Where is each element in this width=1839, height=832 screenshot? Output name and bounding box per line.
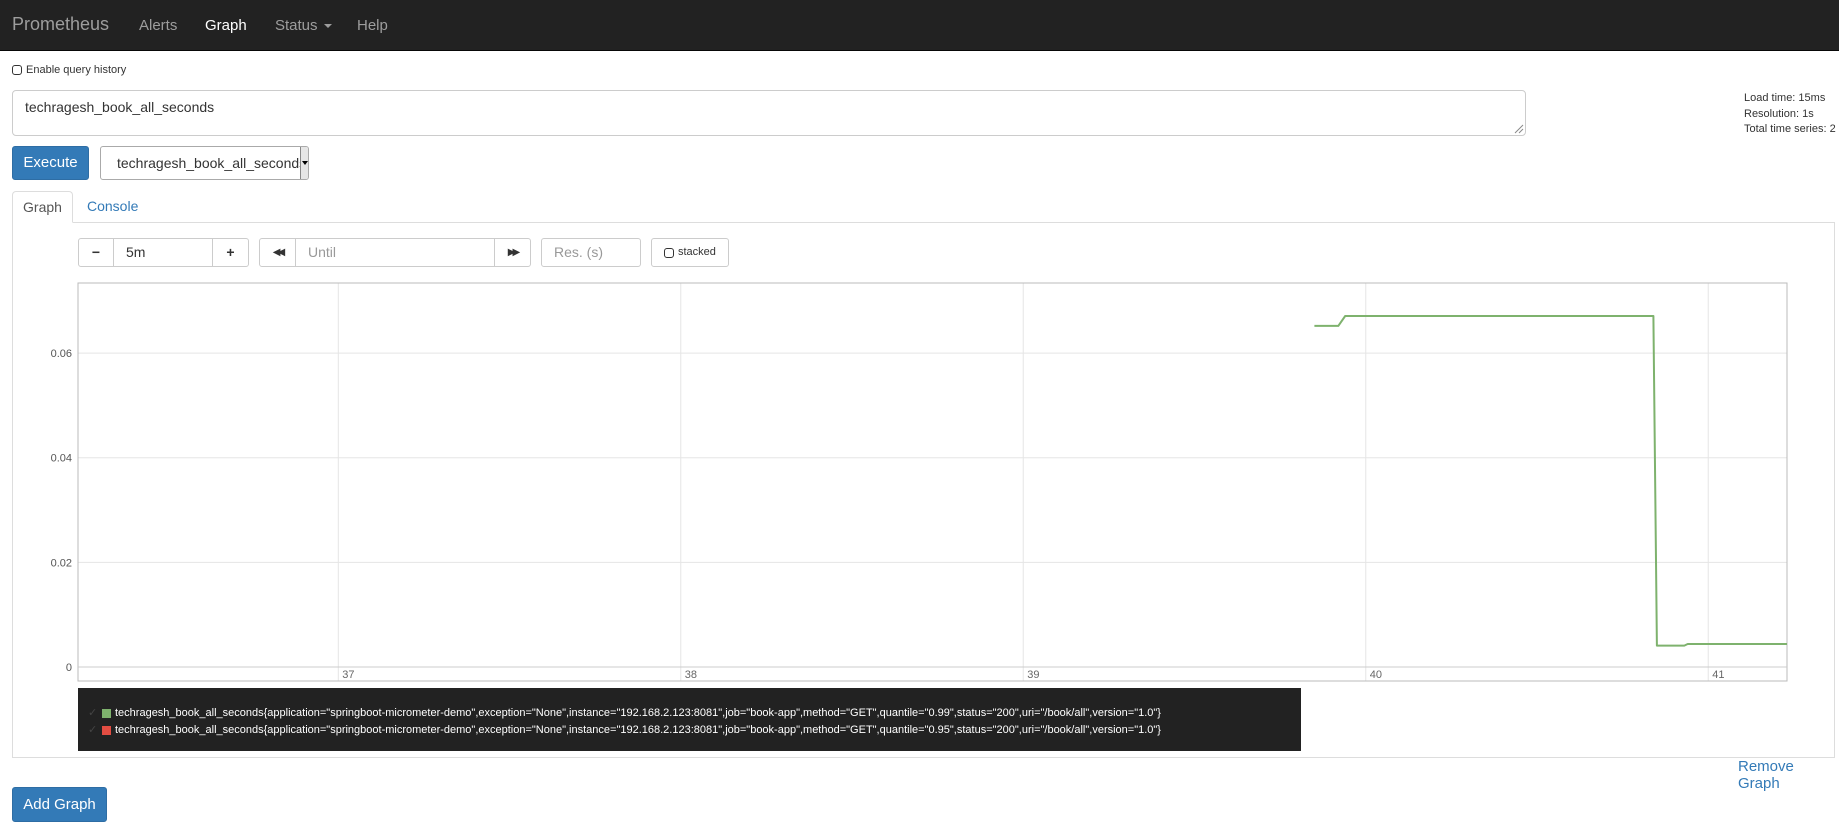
x-tick-label: 37: [342, 669, 354, 681]
y-tick-label: 0.04: [51, 453, 72, 465]
y-tick-label: 0: [66, 662, 72, 674]
graph-chart[interactable]: 0 0.02 0.04 0.06 37 38 39 40 41: [0, 0, 1839, 690]
chart-grid: [78, 283, 1787, 681]
series-line: [1314, 315, 1787, 647]
legend-swatch: [102, 709, 111, 718]
y-tick-label: 0.02: [51, 557, 72, 569]
chart-legend: ✓ techragesh_book_all_seconds{applicatio…: [78, 688, 1301, 751]
add-graph-button[interactable]: Add Graph: [12, 787, 107, 822]
chart-axes: 0 0.02 0.04 0.06 37 38 39 40 41: [51, 282, 1788, 682]
checkmark-icon: ✓: [88, 707, 98, 719]
remove-graph-link[interactable]: Remove Graph: [1738, 758, 1839, 792]
x-tick-label: 38: [685, 669, 697, 681]
y-tick-label: 0.06: [51, 348, 72, 360]
legend-swatch: [102, 726, 111, 735]
legend-item[interactable]: ✓ techragesh_book_all_seconds{applicatio…: [78, 722, 1301, 739]
plot-frame: [77, 282, 1788, 682]
x-tick-label: 41: [1712, 669, 1724, 681]
checkmark-icon: ✓: [88, 724, 98, 736]
x-tick-label: 40: [1370, 669, 1382, 681]
x-tick-label: 39: [1027, 669, 1039, 681]
legend-label: techragesh_book_all_seconds{application=…: [115, 724, 1161, 736]
legend-item[interactable]: ✓ techragesh_book_all_seconds{applicatio…: [78, 705, 1301, 722]
legend-label: techragesh_book_all_seconds{application=…: [115, 707, 1161, 719]
chart-series: [1314, 315, 1787, 647]
